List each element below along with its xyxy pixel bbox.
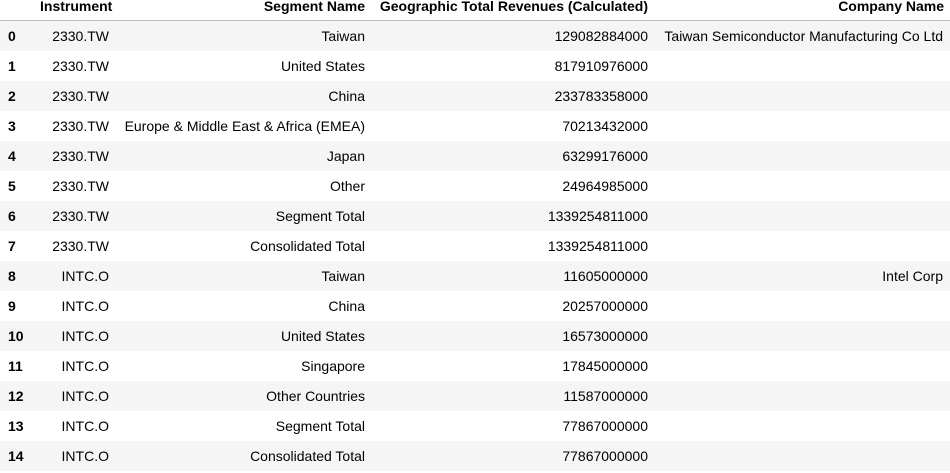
company-name-cell — [654, 231, 950, 261]
instrument-cell: 2330.TW — [52, 207, 109, 224]
revenue-cell: 77867000000 — [562, 447, 648, 464]
segment-name-cell: Other Countries — [266, 387, 365, 404]
revenue-cell: 17845000000 — [562, 357, 648, 374]
row-index-cell: 13 — [8, 417, 24, 434]
instrument-cell: 2330.TW — [52, 237, 109, 254]
revenue-cell: 1339254811000 — [547, 207, 648, 224]
revenue-cell: 77867000000 — [562, 417, 648, 434]
row-index-cell: 14 — [8, 447, 24, 464]
segment-name-cell: China — [328, 297, 365, 314]
company-name-cell: Intel Corp — [882, 267, 943, 284]
table-row: 4 2330.TW Japan 63299176000 — [0, 140, 950, 171]
row-index-cell: 5 — [8, 177, 16, 194]
segment-name-cell: Consolidated Total — [250, 237, 365, 254]
revenue-cell: 70213432000 — [562, 117, 648, 134]
company-name-cell — [654, 81, 950, 111]
segment-name-cell: Segment Total — [275, 207, 365, 224]
instrument-cell: 2330.TW — [52, 177, 109, 194]
company-name-cell — [654, 111, 950, 141]
company-name-cell — [654, 441, 950, 471]
row-index-cell: 12 — [8, 387, 24, 404]
table-header: Instrument Segment Name Geographic Total… — [0, 0, 950, 21]
instrument-cell: INTC.O — [61, 417, 109, 434]
row-index-cell: 9 — [8, 297, 16, 314]
instrument-cell: INTC.O — [61, 447, 109, 464]
header-segment-name: Segment Name — [115, 0, 371, 21]
row-index-cell: 8 — [8, 267, 16, 284]
revenue-cell: 20257000000 — [562, 297, 648, 314]
segment-name-cell: Singapore — [301, 357, 365, 374]
header-index — [0, 0, 35, 21]
table-row: 13 INTC.O Segment Total 77867000000 — [0, 411, 950, 441]
revenue-cell: 817910976000 — [554, 57, 648, 74]
segment-name-cell: Segment Total — [275, 417, 365, 434]
company-name-cell — [654, 141, 950, 171]
row-index-cell: 1 — [8, 57, 16, 74]
instrument-cell: 2330.TW — [52, 27, 109, 44]
revenue-cell: 11605000000 — [563, 267, 648, 284]
row-index-cell: 3 — [8, 117, 16, 134]
instrument-cell: 2330.TW — [52, 147, 109, 164]
company-name-cell — [654, 381, 950, 411]
company-name-cell — [654, 201, 950, 231]
table-row: 11 INTC.O Singapore 17845000000 — [0, 351, 950, 381]
revenue-cell: 233783358000 — [554, 87, 648, 104]
row-index-cell: 11 — [8, 357, 23, 374]
instrument-cell: INTC.O — [61, 387, 109, 404]
dataframe-table: Instrument Segment Name Geographic Total… — [0, 0, 950, 471]
table-row: 2 2330.TW China 233783358000 — [0, 80, 950, 111]
revenue-cell: 129082884000 — [554, 27, 648, 44]
segment-name-cell: United States — [280, 327, 365, 344]
revenue-cell: 24964985000 — [562, 177, 648, 194]
revenue-cell: 11587000000 — [563, 387, 648, 404]
table-row: 0 2330.TW Taiwan 129082884000 Taiwan Semicon… — [0, 20, 950, 51]
table-row: 3 2330.TW Europe & Middle East & Africa (E… — [0, 111, 950, 141]
table-row: 7 2330.TW Consolidated Total 1339254811000 — [0, 231, 950, 261]
instrument-cell: 2330.TW — [52, 117, 109, 134]
row-index-cell: 2 — [8, 87, 16, 104]
table-row: 10 INTC.O United States 16573000000 — [0, 320, 950, 351]
segment-name-cell: China — [328, 87, 365, 104]
company-name-cell: Taiwan Semiconductor Manufacturing Co Lt… — [664, 27, 943, 44]
instrument-cell: INTC.O — [61, 297, 109, 314]
company-name-cell — [654, 321, 950, 351]
table-row: 5 2330.TW Other 24964985000 — [0, 171, 950, 201]
company-name-cell — [654, 171, 950, 201]
table-row: 1 2330.TW United States 817910976000 — [0, 51, 950, 81]
row-index-cell: 0 — [8, 27, 16, 44]
table-body: 0 2330.TW Taiwan 129082884000 Taiwan Semicon… — [0, 20, 950, 471]
table-row: 14 INTC.O Consolidated Total 77867000000 — [0, 440, 950, 471]
revenue-cell: 1339254811000 — [547, 237, 648, 254]
table-row: 12 INTC.O Other Countries 11587000000 — [0, 380, 950, 411]
segment-name-cell: Taiwan — [321, 267, 365, 284]
row-index-cell: 10 — [8, 327, 24, 344]
segment-name-cell: Consolidated Total — [250, 447, 365, 464]
table-row: 9 INTC.O China 20257000000 — [0, 291, 950, 321]
company-name-cell — [654, 291, 950, 321]
header-row: Instrument Segment Name Geographic Total… — [0, 0, 950, 21]
instrument-cell: INTC.O — [61, 267, 109, 284]
instrument-cell: INTC.O — [61, 357, 109, 374]
header-geographic-total-revenues: Geographic Total Revenues (Calculated) — [371, 0, 654, 21]
revenue-cell: 63299176000 — [562, 147, 648, 164]
table-row: 8 INTC.O Taiwan 11605000000 Intel Corp — [0, 260, 950, 291]
company-name-cell — [654, 351, 950, 381]
segment-name-cell: Taiwan — [321, 27, 365, 44]
instrument-cell: 2330.TW — [52, 87, 109, 104]
table-row: 6 2330.TW Segment Total 1339254811000 — [0, 200, 950, 231]
revenue-cell: 16573000000 — [562, 327, 648, 344]
segment-name-cell: United States — [280, 57, 365, 74]
row-index-cell: 7 — [8, 237, 16, 254]
header-instrument: Instrument — [35, 0, 115, 21]
row-index-cell: 6 — [8, 207, 16, 224]
segment-name-cell: Europe & Middle East & Africa (EMEA) — [124, 117, 365, 134]
header-company-name: Company Name — [654, 0, 950, 21]
segment-name-cell: Other — [329, 177, 365, 194]
instrument-cell: INTC.O — [61, 327, 109, 344]
segment-name-cell: Japan — [326, 147, 365, 164]
company-name-cell — [654, 411, 950, 441]
instrument-cell: 2330.TW — [52, 57, 109, 74]
row-index-cell: 4 — [8, 147, 16, 164]
company-name-cell — [654, 51, 950, 81]
